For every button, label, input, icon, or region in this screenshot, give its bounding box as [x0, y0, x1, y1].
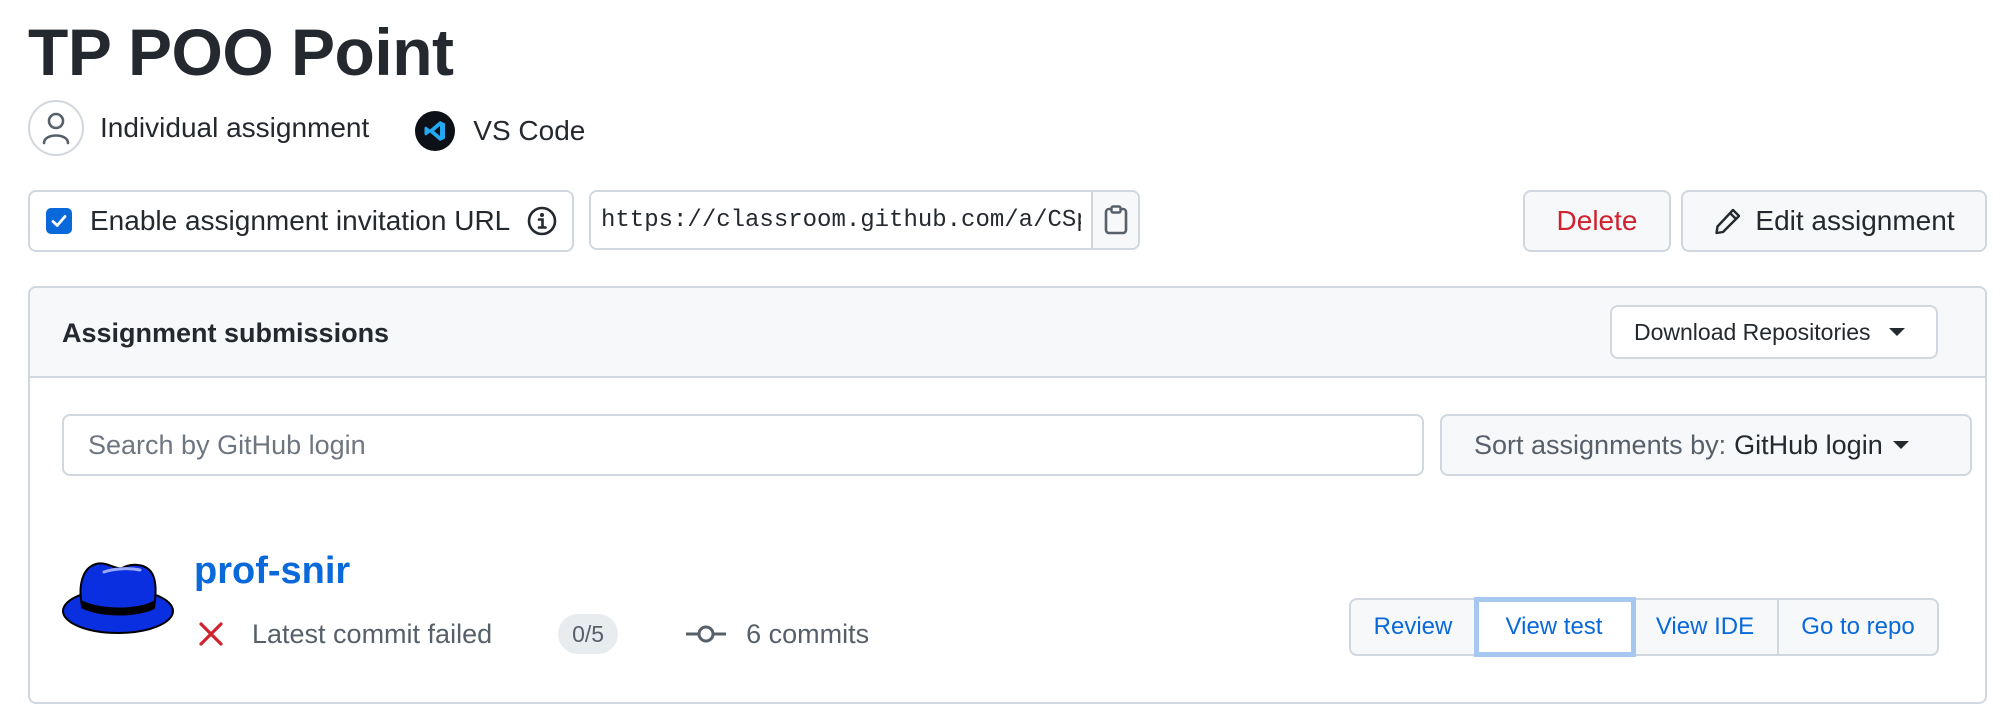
sort-label: Sort assignments by: [1474, 429, 1727, 460]
info-icon[interactable] [526, 205, 558, 237]
page-title: TP POO Point [28, 15, 454, 89]
student-status-row: Latest commit failed 0/5 6 commits [198, 614, 869, 654]
editor-label: VS Code [473, 115, 586, 146]
invitation-url-group [589, 190, 1140, 250]
sort-dropdown[interactable]: Sort assignments by: GitHub login [1440, 414, 1972, 476]
clipboard-icon [1104, 205, 1127, 235]
submissions-header: Assignment submissions Download Reposito… [30, 288, 1985, 378]
delete-button[interactable]: Delete [1523, 190, 1671, 252]
copy-url-button[interactable] [1091, 192, 1138, 248]
edit-assignment-label: Edit assignment [1755, 205, 1955, 236]
commit-count[interactable]: 6 commits [746, 619, 869, 650]
fedora-hat-avatar[interactable] [60, 558, 176, 643]
student-login-link[interactable]: prof-snir [194, 550, 350, 593]
edit-assignment-button[interactable]: Edit assignment [1681, 190, 1987, 252]
sort-value: GitHub login [1734, 429, 1883, 460]
commit-status-text: Latest commit failed [252, 618, 493, 649]
person-icon [28, 100, 84, 156]
score-badge: 0/5 [558, 614, 619, 654]
invitation-toggle: Enable assignment invitation URL [28, 190, 574, 252]
search-input[interactable] [62, 414, 1424, 476]
student-action-buttons: Review View test View IDE Go to repo [1349, 597, 1939, 657]
view-test-button[interactable]: View test [1474, 597, 1636, 657]
invitation-url-field[interactable] [591, 192, 1091, 248]
download-repositories-button[interactable]: Download Repositories [1610, 305, 1938, 359]
caret-down-icon [1892, 441, 1909, 449]
go-to-repo-button[interactable]: Go to repo [1779, 600, 1937, 654]
enable-invitation-checkbox[interactable] [46, 208, 72, 234]
download-label: Download Repositories [1634, 318, 1871, 345]
x-icon [199, 622, 223, 646]
caret-down-icon [1888, 328, 1905, 336]
invitation-label: Enable assignment invitation URL [90, 205, 511, 236]
vscode-icon [415, 111, 456, 151]
assignment-meta: Individual assignment VS Code [28, 100, 585, 156]
assignment-type-label: Individual assignment [100, 112, 370, 143]
submissions-panel: Assignment submissions Download Reposito… [28, 286, 1987, 704]
pencil-icon [1715, 208, 1741, 235]
submissions-title: Assignment submissions [62, 318, 390, 348]
git-commit-icon [686, 625, 727, 643]
review-button[interactable]: Review [1351, 600, 1477, 654]
view-ide-button[interactable]: View IDE [1633, 600, 1779, 654]
